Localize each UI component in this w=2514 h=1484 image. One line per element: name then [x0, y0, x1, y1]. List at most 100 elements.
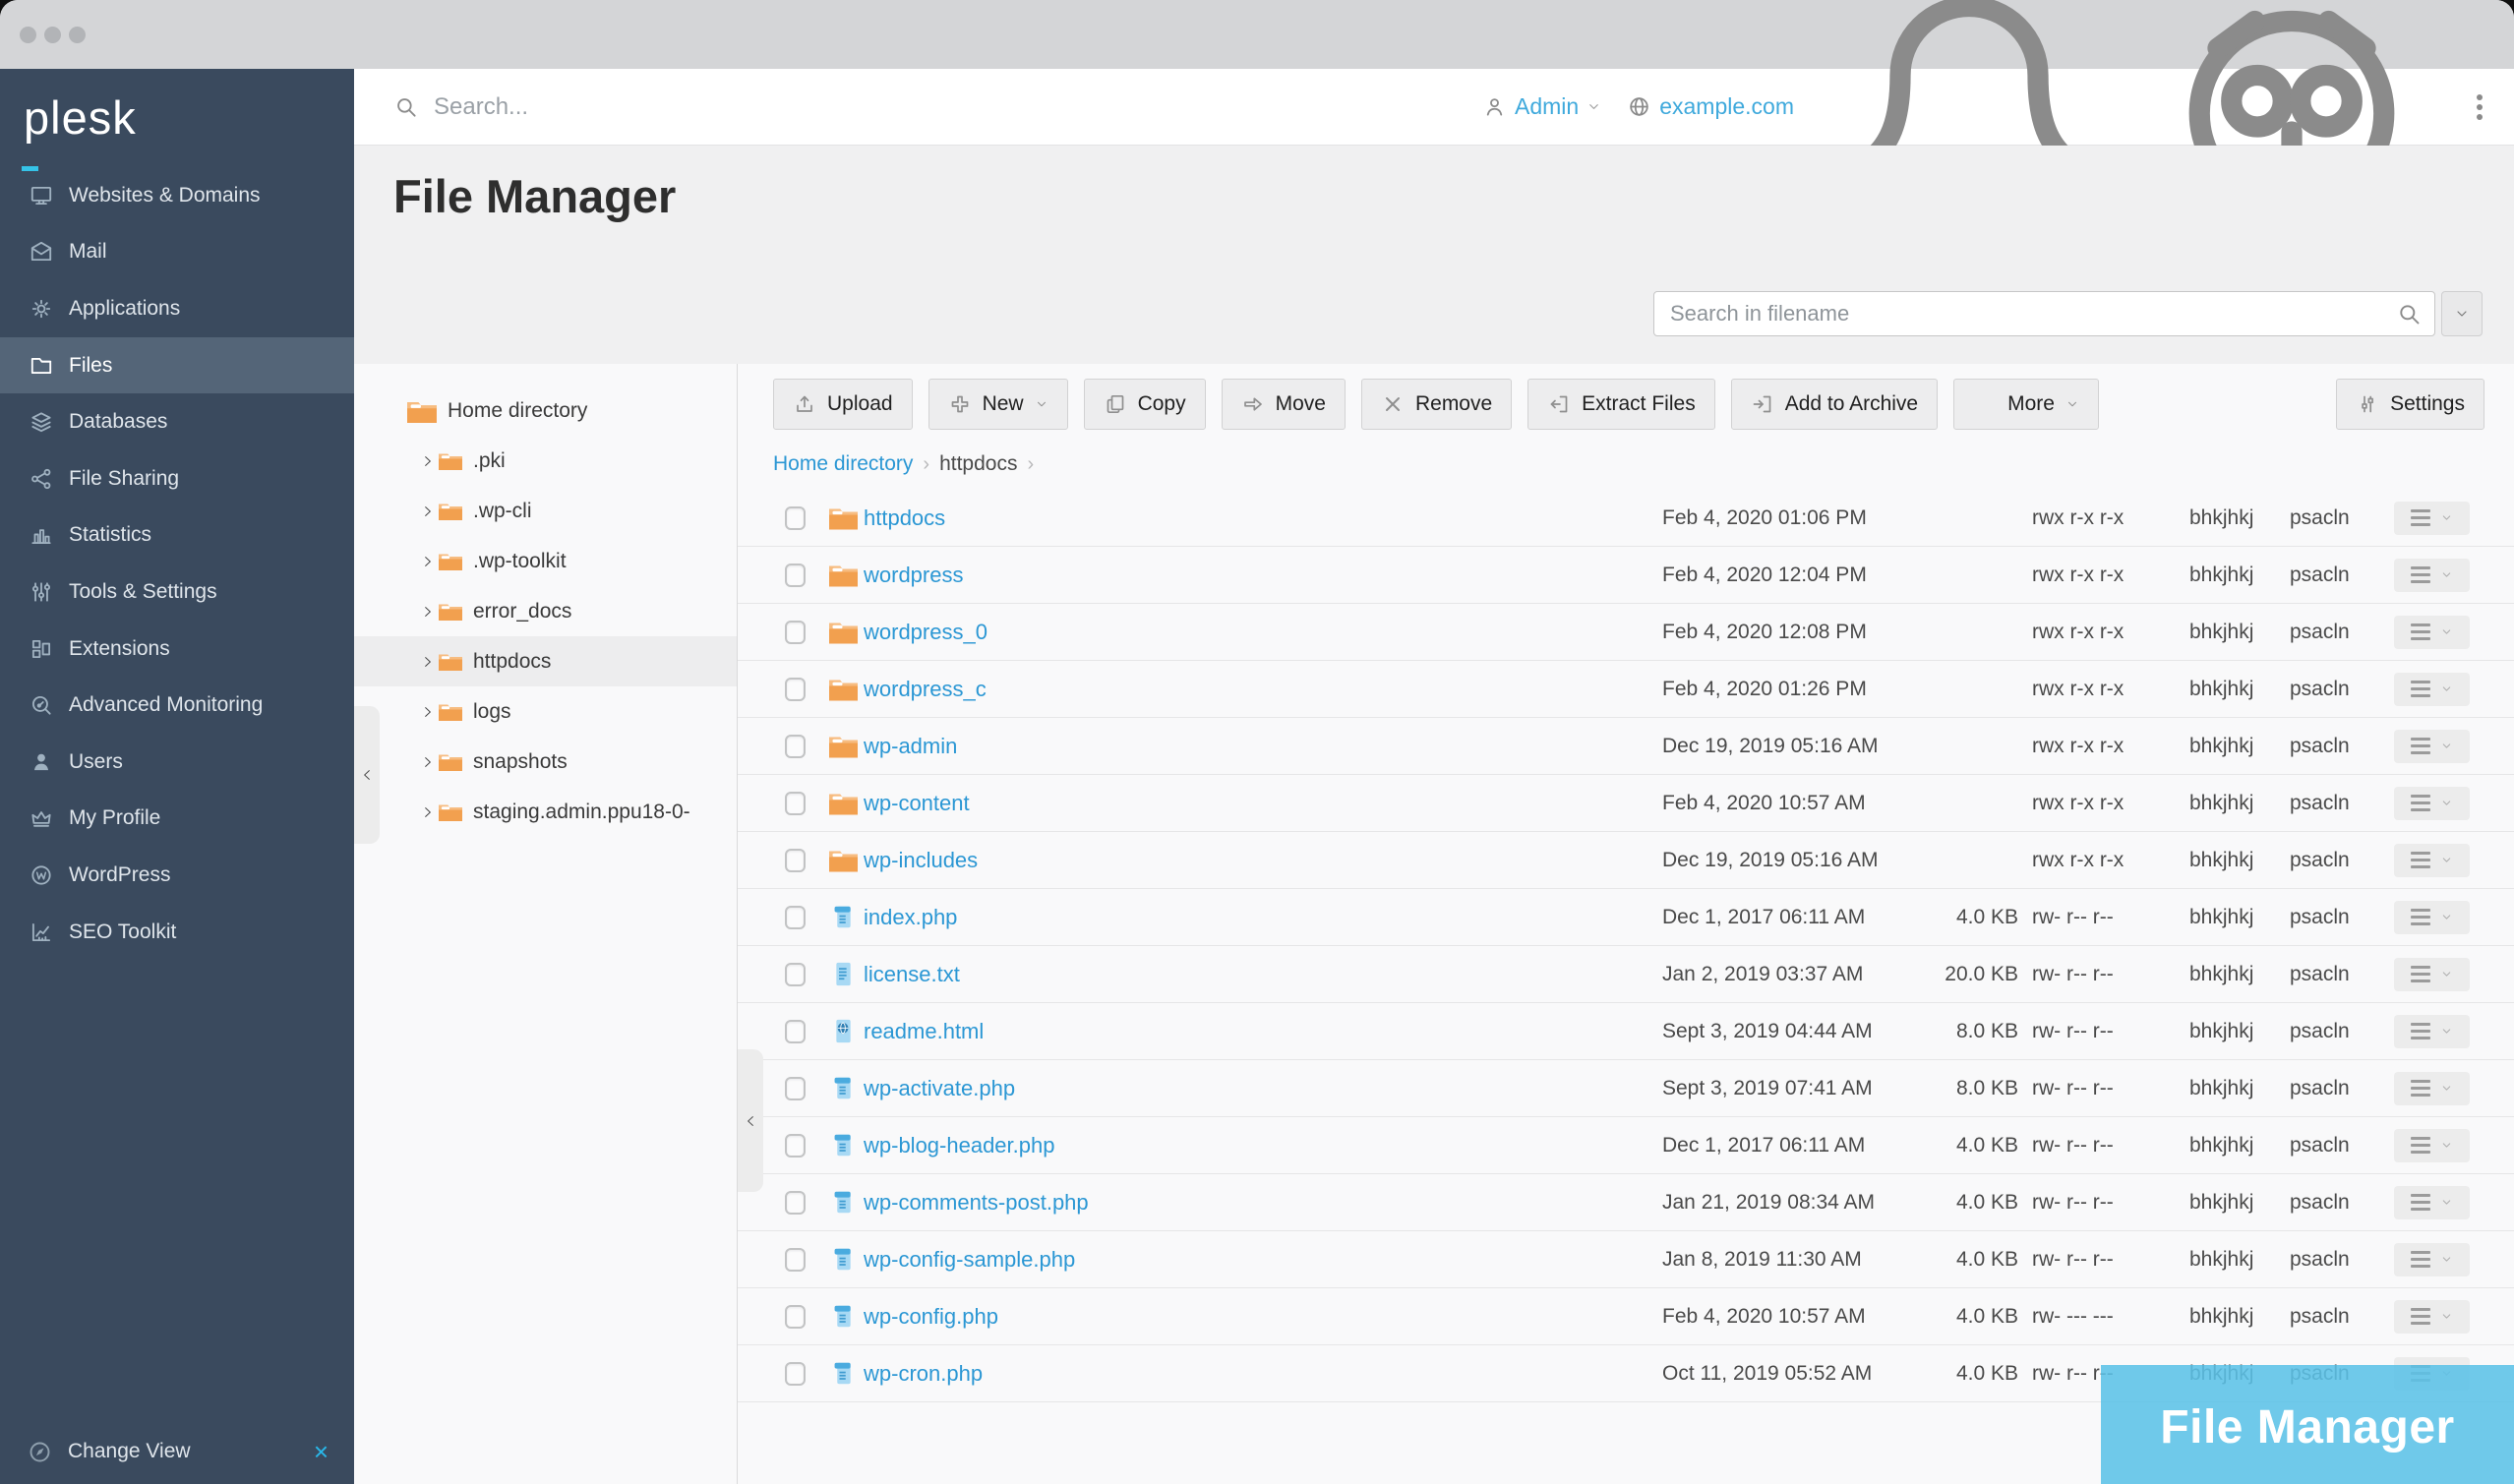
toolbar-button[interactable]: More: [1953, 379, 2099, 430]
sidebar-item[interactable]: My Profile: [0, 791, 354, 848]
row-menu-button[interactable]: [2394, 1243, 2470, 1276]
sidebar-item[interactable]: Statistics: [0, 507, 354, 564]
row-menu-button[interactable]: [2394, 1129, 2470, 1162]
row-checkbox[interactable]: [785, 735, 806, 758]
tree-item[interactable]: httpdocs: [354, 636, 737, 686]
search-icon[interactable]: [2396, 301, 2423, 327]
tree-item[interactable]: .pki: [354, 436, 737, 486]
row-menu-button[interactable]: [2394, 730, 2470, 763]
chevron-right-icon[interactable]: [421, 805, 435, 819]
file-name-link[interactable]: wp-content: [864, 791, 970, 815]
sidebar-item[interactable]: Tools & Settings: [0, 564, 354, 621]
sidebar-item[interactable]: Databases: [0, 393, 354, 450]
row-checkbox[interactable]: [785, 506, 806, 530]
filename-search-options-button[interactable]: [2441, 291, 2483, 336]
toolbar-button[interactable]: Move: [1222, 379, 1346, 430]
chevron-right-icon[interactable]: [421, 605, 435, 619]
tree-item[interactable]: .wp-toolkit: [354, 536, 737, 586]
window-control-dot[interactable]: [44, 27, 61, 43]
row-menu-button[interactable]: [2394, 616, 2470, 649]
row-checkbox[interactable]: [785, 1305, 806, 1329]
tree-item[interactable]: logs: [354, 686, 737, 737]
row-menu-button[interactable]: [2394, 502, 2470, 535]
row-menu-button[interactable]: [2394, 958, 2470, 991]
row-menu-button[interactable]: [2394, 901, 2470, 934]
file-name-link[interactable]: wordpress_c: [864, 677, 987, 701]
domain-name[interactable]: example.com: [1659, 93, 1794, 120]
window-control-dot[interactable]: [69, 27, 86, 43]
row-checkbox[interactable]: [785, 621, 806, 644]
tree-item[interactable]: error_docs: [354, 586, 737, 636]
file-name-link[interactable]: readme.html: [864, 1019, 984, 1043]
sidebar-item[interactable]: Mail: [0, 224, 354, 281]
breadcrumb-home-link[interactable]: Home directory: [773, 452, 913, 476]
global-search-input[interactable]: [434, 93, 926, 121]
row-menu-button[interactable]: [2394, 673, 2470, 706]
row-menu-button[interactable]: [2394, 1186, 2470, 1219]
row-checkbox[interactable]: [785, 678, 806, 701]
row-menu-button[interactable]: [2394, 1300, 2470, 1334]
row-checkbox[interactable]: [785, 1077, 806, 1100]
row-menu-button[interactable]: [2394, 559, 2470, 592]
toolbar-button[interactable]: Settings: [2336, 379, 2484, 430]
file-name-link[interactable]: wp-comments-post.php: [864, 1190, 1089, 1215]
chevron-right-icon[interactable]: [421, 755, 435, 769]
tree-item[interactable]: staging.admin.ppu18-0-: [354, 787, 737, 837]
change-view-banner[interactable]: Change View ×: [0, 1419, 354, 1484]
row-checkbox[interactable]: [785, 1134, 806, 1158]
file-name-link[interactable]: wp-config-sample.php: [864, 1247, 1075, 1272]
file-name-link[interactable]: wp-includes: [864, 848, 978, 872]
file-name-link[interactable]: wordpress: [864, 563, 963, 587]
sidebar-item[interactable]: WordPress: [0, 847, 354, 904]
toolbar-button[interactable]: Add to Archive: [1731, 379, 1938, 430]
chevron-right-icon[interactable]: [421, 454, 435, 468]
toolbar-button[interactable]: Extract Files: [1527, 379, 1715, 430]
window-control-dot[interactable]: [20, 27, 36, 43]
row-checkbox[interactable]: [785, 792, 806, 815]
sidebar-item[interactable]: Users: [0, 734, 354, 791]
filename-search-input[interactable]: [1654, 292, 2434, 335]
row-checkbox[interactable]: [785, 1248, 806, 1272]
row-checkbox[interactable]: [785, 963, 806, 986]
user-menu[interactable]: Admin: [1482, 93, 1601, 120]
row-checkbox[interactable]: [785, 849, 806, 872]
tree-item[interactable]: snapshots: [354, 737, 737, 787]
row-menu-button[interactable]: [2394, 1072, 2470, 1105]
file-name-link[interactable]: license.txt: [864, 962, 960, 986]
sidebar-item[interactable]: Websites & Domains: [0, 167, 354, 224]
file-name-link[interactable]: wp-activate.php: [864, 1076, 1015, 1100]
file-name-link[interactable]: wp-admin: [864, 734, 957, 758]
file-name-link[interactable]: wp-blog-header.php: [864, 1133, 1054, 1158]
row-menu-button[interactable]: [2394, 787, 2470, 820]
tree-item[interactable]: .wp-cli: [354, 486, 737, 536]
domain-menu[interactable]: example.com: [1627, 93, 1794, 120]
chevron-right-icon[interactable]: [421, 655, 435, 669]
toolbar-button[interactable]: Upload: [773, 379, 913, 430]
file-name-link[interactable]: wp-config.php: [864, 1304, 998, 1329]
toolbar-button[interactable]: Copy: [1084, 379, 1206, 430]
row-checkbox[interactable]: [785, 564, 806, 587]
file-name-link[interactable]: index.php: [864, 905, 957, 929]
sidebar-item[interactable]: Files: [0, 337, 354, 394]
user-name[interactable]: Admin: [1515, 93, 1579, 120]
sidebar-item[interactable]: Applications: [0, 280, 354, 337]
chevron-right-icon[interactable]: [421, 705, 435, 719]
file-name-link[interactable]: httpdocs: [864, 505, 945, 530]
close-icon[interactable]: ×: [314, 1439, 329, 1464]
row-checkbox[interactable]: [785, 1191, 806, 1215]
sidebar-item[interactable]: File Sharing: [0, 450, 354, 507]
row-checkbox[interactable]: [785, 1362, 806, 1386]
tree-collapse-handle[interactable]: [738, 1049, 763, 1192]
toolbar-button[interactable]: Remove: [1361, 379, 1512, 430]
file-name-link[interactable]: wp-cron.php: [864, 1361, 983, 1386]
more-menu-icon[interactable]: [2473, 90, 2486, 124]
sidebar-item[interactable]: Advanced Monitoring: [0, 677, 354, 734]
row-checkbox[interactable]: [785, 1020, 806, 1043]
sidebar-item[interactable]: Extensions: [0, 621, 354, 678]
row-menu-button[interactable]: [2394, 1015, 2470, 1048]
chevron-right-icon[interactable]: [421, 555, 435, 568]
sidebar-collapse-handle[interactable]: [354, 706, 380, 844]
row-menu-button[interactable]: [2394, 844, 2470, 877]
tree-item-home[interactable]: Home directory: [354, 386, 737, 436]
sidebar-item[interactable]: SEO Toolkit: [0, 904, 354, 961]
